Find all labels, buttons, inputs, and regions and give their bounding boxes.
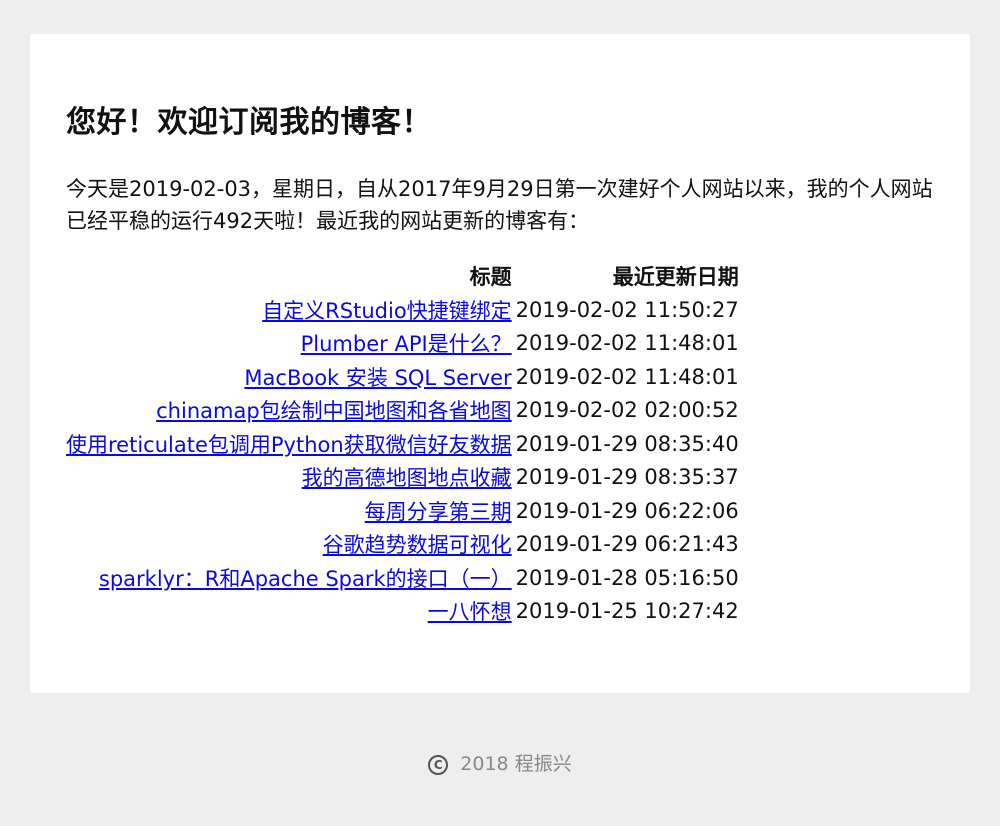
post-link[interactable]: 自定义RStudio快捷键绑定: [262, 299, 511, 323]
post-link[interactable]: chinamap包绘制中国地图和各省地图: [156, 399, 512, 423]
table-row: chinamap包绘制中国地图和各省地图 2019-02-02 02:00:52: [66, 394, 739, 428]
table-row: Plumber API是什么？ 2019-02-02 11:48:01: [66, 327, 739, 361]
post-link[interactable]: 每周分享第三期: [365, 500, 512, 524]
table-row: 每周分享第三期 2019-01-29 06:22:06: [66, 494, 739, 528]
post-date: 2019-02-02 02:00:52: [515, 398, 739, 423]
intro-paragraph: 今天是2019-02-03，星期日，自从2017年9月29日第一次建好个人网站以…: [66, 177, 933, 233]
column-header-title: 标题: [469, 265, 512, 289]
post-date: 2019-01-29 08:35:40: [515, 431, 739, 456]
post-date: 2019-01-29 06:22:06: [515, 498, 739, 523]
post-date: 2019-01-29 08:35:37: [515, 465, 739, 490]
post-date: 2019-01-28 05:16:50: [515, 565, 739, 590]
post-link[interactable]: 使用reticulate包调用Python获取微信好友数据: [66, 433, 512, 457]
post-title-cell: 每周分享第三期: [66, 494, 512, 528]
post-date: 2019-01-29 06:21:43: [515, 532, 739, 557]
table-row: 自定义RStudio快捷键绑定 2019-02-02 11:50:27: [66, 293, 739, 327]
page-title: 您好！欢迎订阅我的博客！: [66, 105, 432, 140]
post-title-cell: 使用reticulate包调用Python获取微信好友数据: [66, 427, 512, 461]
table-row: 我的高德地图地点收藏 2019-01-29 08:35:37: [66, 461, 739, 495]
post-date: 2019-02-02 11:48:01: [515, 364, 739, 389]
table-row: 使用reticulate包调用Python获取微信好友数据 2019-01-29…: [66, 427, 739, 461]
column-header-date: 最近更新日期: [612, 265, 739, 289]
footer-text: 2018 程振兴: [460, 753, 572, 775]
post-link[interactable]: 我的高德地图地点收藏: [302, 466, 512, 490]
post-date: 2019-01-25 10:27:42: [515, 599, 739, 624]
table-row: MacBook 安装 SQL Server 2019-02-02 11:48:0…: [66, 360, 739, 394]
recent-posts-table: 标题 最近更新日期 自定义RStudio快捷键绑定 2019-02-02 11:…: [66, 259, 739, 628]
copyright-icon: C: [428, 755, 449, 775]
post-title-cell: sparklyr：R和Apache Spark的接口（一）: [66, 561, 512, 595]
table-row: 谷歌趋势数据可视化 2019-01-29 06:21:43: [66, 528, 739, 562]
post-date: 2019-02-02 11:48:01: [515, 331, 739, 356]
post-title-cell: 谷歌趋势数据可视化: [66, 528, 512, 562]
post-link[interactable]: MacBook 安装 SQL Server: [244, 366, 511, 390]
post-title-cell: MacBook 安装 SQL Server: [66, 360, 511, 394]
table-row: sparklyr：R和Apache Spark的接口（一） 2019-01-28…: [66, 561, 739, 595]
post-title-cell: 我的高德地图地点收藏: [66, 461, 512, 495]
post-title-cell: 自定义RStudio快捷键绑定: [66, 293, 511, 327]
content-card: 您好！欢迎订阅我的博客！ 今天是2019-02-03，星期日，自从2017年9月…: [30, 34, 970, 693]
page-footer: C 2018 程振兴: [0, 749, 1000, 779]
post-title-cell: chinamap包绘制中国地图和各省地图: [66, 394, 512, 428]
post-link[interactable]: Plumber API是什么？: [301, 332, 512, 356]
post-title-cell: 一八怀想: [66, 595, 512, 629]
post-title-cell: Plumber API是什么？: [66, 327, 512, 361]
post-link[interactable]: sparklyr：R和Apache Spark的接口（一）: [99, 567, 512, 591]
post-link[interactable]: 一八怀想: [428, 600, 512, 624]
post-link[interactable]: 谷歌趋势数据可视化: [323, 533, 512, 557]
post-date: 2019-02-02 11:50:27: [515, 297, 739, 322]
table-row: 一八怀想 2019-01-25 10:27:42: [66, 595, 739, 629]
table-header-row: 标题 最近更新日期: [66, 259, 739, 293]
